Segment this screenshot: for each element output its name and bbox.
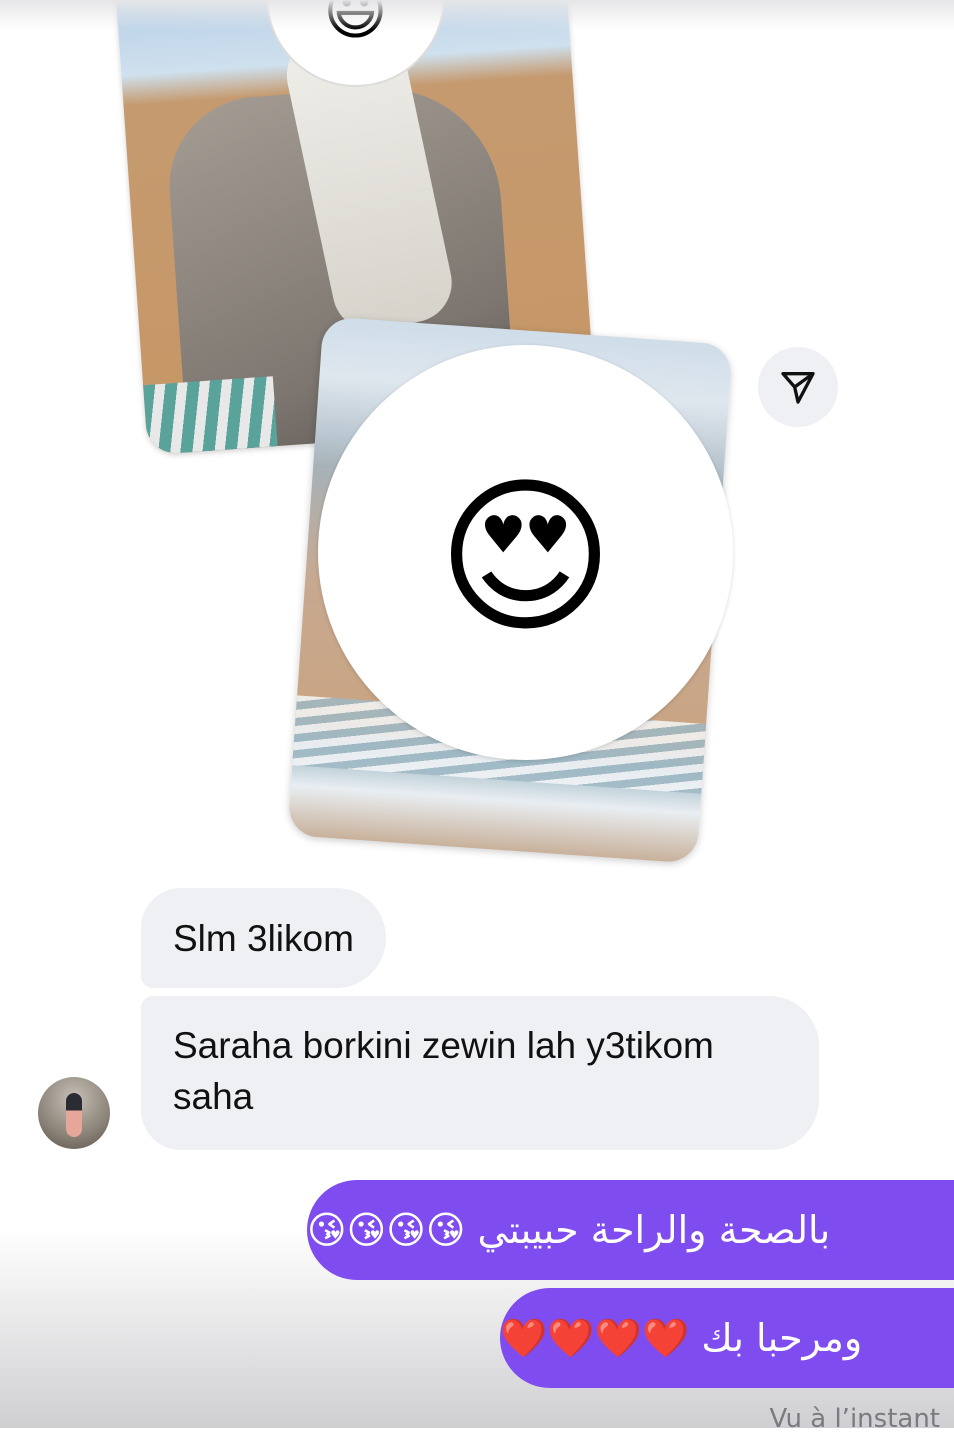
share-button[interactable] xyxy=(758,347,838,427)
outgoing-message[interactable]: بالصحة والراحة حبيبتي 😘😘😘😘 xyxy=(307,1180,954,1280)
outgoing-message[interactable]: ومرحبا بك ❤️❤️❤️❤️ xyxy=(500,1288,954,1388)
face-cover-sticker-large: 😍 xyxy=(318,345,733,760)
seen-status: Vu à l’instant xyxy=(769,1404,941,1434)
message-text: Saraha borkini zewin lah y3tikom saha xyxy=(173,1025,714,1117)
top-fade xyxy=(0,0,954,30)
message-text: Slm 3likom xyxy=(173,917,354,959)
avatar[interactable] xyxy=(38,1077,110,1149)
avatar-figure xyxy=(66,1093,82,1137)
paper-plane-icon xyxy=(781,372,815,404)
photo-towel xyxy=(143,376,279,456)
incoming-message[interactable]: Slm 3likom xyxy=(141,888,386,988)
heart-eyes-emoji: 😍 xyxy=(436,458,615,657)
message-text: بالصحة والراحة حبيبتي 😘😘😘😘 xyxy=(307,1208,831,1252)
incoming-message[interactable]: Saraha borkini zewin lah y3tikom saha xyxy=(141,996,819,1150)
message-text: ومرحبا بك ❤️❤️❤️❤️ xyxy=(500,1315,863,1360)
